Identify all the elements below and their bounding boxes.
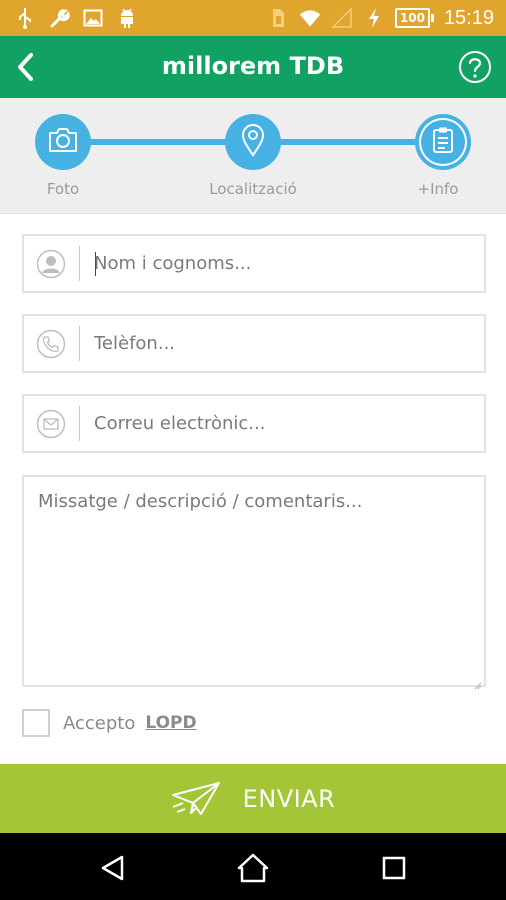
paper-plane-icon — [171, 781, 223, 817]
phone-input[interactable] — [94, 316, 474, 371]
recents-icon[interactable] — [377, 851, 411, 885]
phone-field — [22, 314, 486, 373]
usb-icon — [14, 7, 36, 29]
accept-label: Accepto — [63, 712, 136, 734]
person-icon — [36, 249, 66, 279]
step-indicator: Foto Localització +Info — [0, 98, 506, 214]
resize-grip-icon[interactable] — [474, 675, 482, 690]
step-label-info: +Info — [417, 180, 459, 198]
wifi-icon — [299, 7, 321, 29]
send-button[interactable]: ENVIAR — [0, 764, 506, 833]
wrench-icon — [48, 7, 70, 29]
status-bar: 100 15:19 — [0, 0, 506, 36]
battery-level: 100 — [394, 8, 430, 28]
name-input[interactable] — [94, 236, 474, 291]
camera-icon — [47, 126, 79, 158]
name-field — [22, 234, 486, 293]
step-info[interactable] — [415, 114, 471, 170]
signal-icon — [331, 7, 353, 29]
charging-icon — [363, 7, 385, 29]
android-icon — [116, 7, 138, 29]
app-bar: millorem TDB — [0, 36, 506, 98]
field-separator — [79, 406, 80, 441]
help-icon[interactable] — [458, 50, 492, 84]
step-localitzacio[interactable] — [225, 114, 281, 170]
battery-icon: 100 — [394, 8, 434, 28]
send-label: ENVIAR — [242, 784, 336, 813]
sim-icon — [267, 7, 289, 29]
field-separator — [79, 326, 80, 361]
message-field — [22, 475, 486, 690]
lopd-link[interactable]: LOPD — [145, 713, 196, 733]
email-input[interactable] — [94, 396, 474, 451]
location-pin-icon — [241, 123, 265, 161]
message-textarea[interactable] — [24, 477, 484, 685]
step-foto[interactable] — [35, 114, 91, 170]
phone-icon — [36, 329, 66, 359]
back-triangle-icon[interactable] — [96, 851, 130, 885]
field-separator — [79, 246, 80, 281]
accept-checkbox[interactable] — [22, 709, 50, 737]
app-title: millorem TDB — [161, 52, 345, 80]
accept-row: Accepto LOPD — [22, 708, 197, 738]
envelope-icon — [36, 409, 66, 439]
navigation-bar — [0, 833, 506, 900]
home-icon[interactable] — [236, 851, 270, 885]
clipboard-icon — [432, 126, 454, 158]
email-field — [22, 394, 486, 453]
clock: 15:19 — [443, 7, 494, 29]
step-label-localitzacio: Localització — [209, 180, 297, 198]
image-icon — [82, 7, 104, 29]
step-label-foto: Foto — [46, 180, 80, 198]
